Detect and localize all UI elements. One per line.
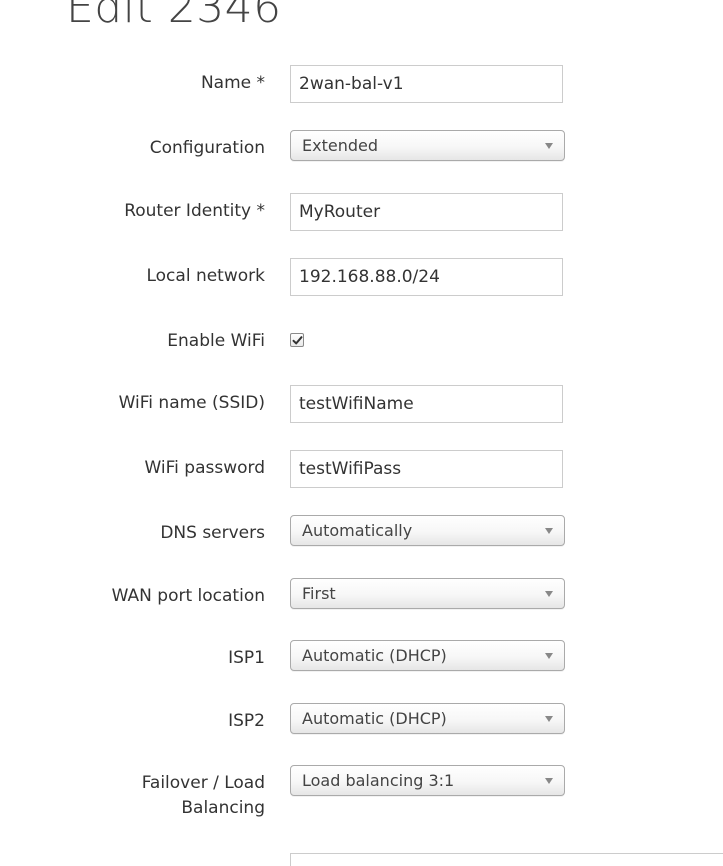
isp2-select-value: Automatic (DHCP) <box>302 709 447 728</box>
configuration-select-value: Extended <box>302 136 378 155</box>
isp2-select[interactable]: Automatic (DHCP) <box>290 703 565 734</box>
dns-servers-select[interactable]: Automatically <box>290 515 565 546</box>
page-title: Edit 2346 <box>66 0 282 33</box>
enable-wifi-label: Enable WiFi <box>167 331 265 351</box>
failover-select[interactable]: Load balancing 3:1 <box>290 765 565 796</box>
chevron-down-icon <box>545 591 553 597</box>
wifi-password-input[interactable] <box>290 450 563 488</box>
enable-wifi-checkbox[interactable] <box>290 333 304 347</box>
isp1-select[interactable]: Automatic (DHCP) <box>290 640 565 671</box>
chevron-down-icon <box>545 528 553 534</box>
local-network-label: Local network <box>146 266 265 286</box>
check-icon <box>292 336 303 345</box>
wifi-password-label: WiFi password <box>144 458 265 478</box>
wifi-name-input[interactable] <box>290 385 563 423</box>
isp1-label: ISP1 <box>228 648 265 668</box>
name-input[interactable] <box>290 65 563 103</box>
local-network-input[interactable] <box>290 258 563 296</box>
chevron-down-icon <box>545 716 553 722</box>
configuration-label: Configuration <box>149 138 265 158</box>
wan-port-location-select[interactable]: First <box>290 578 565 609</box>
edit-page: Edit 2346 Name * Configuration Extended … <box>0 0 723 866</box>
chevron-down-icon <box>545 653 553 659</box>
router-identity-label: Router Identity * <box>124 201 265 221</box>
wifi-name-label: WiFi name (SSID) <box>118 393 265 413</box>
router-identity-input[interactable] <box>290 193 563 231</box>
wan-port-location-label: WAN port location <box>111 586 265 606</box>
failover-label: Failover / Load Balancing <box>141 773 265 818</box>
wan-port-location-select-value: First <box>302 584 336 603</box>
chevron-down-icon <box>545 778 553 784</box>
dns-servers-select-value: Automatically <box>302 521 413 540</box>
isp1-select-value: Automatic (DHCP) <box>302 646 447 665</box>
dns-servers-label: DNS servers <box>160 523 265 543</box>
chevron-down-icon <box>545 143 553 149</box>
next-field-input[interactable] <box>290 853 723 866</box>
failover-select-value: Load balancing 3:1 <box>302 771 455 790</box>
name-label: Name * <box>200 73 265 93</box>
configuration-select[interactable]: Extended <box>290 130 565 161</box>
isp2-label: ISP2 <box>228 711 265 731</box>
